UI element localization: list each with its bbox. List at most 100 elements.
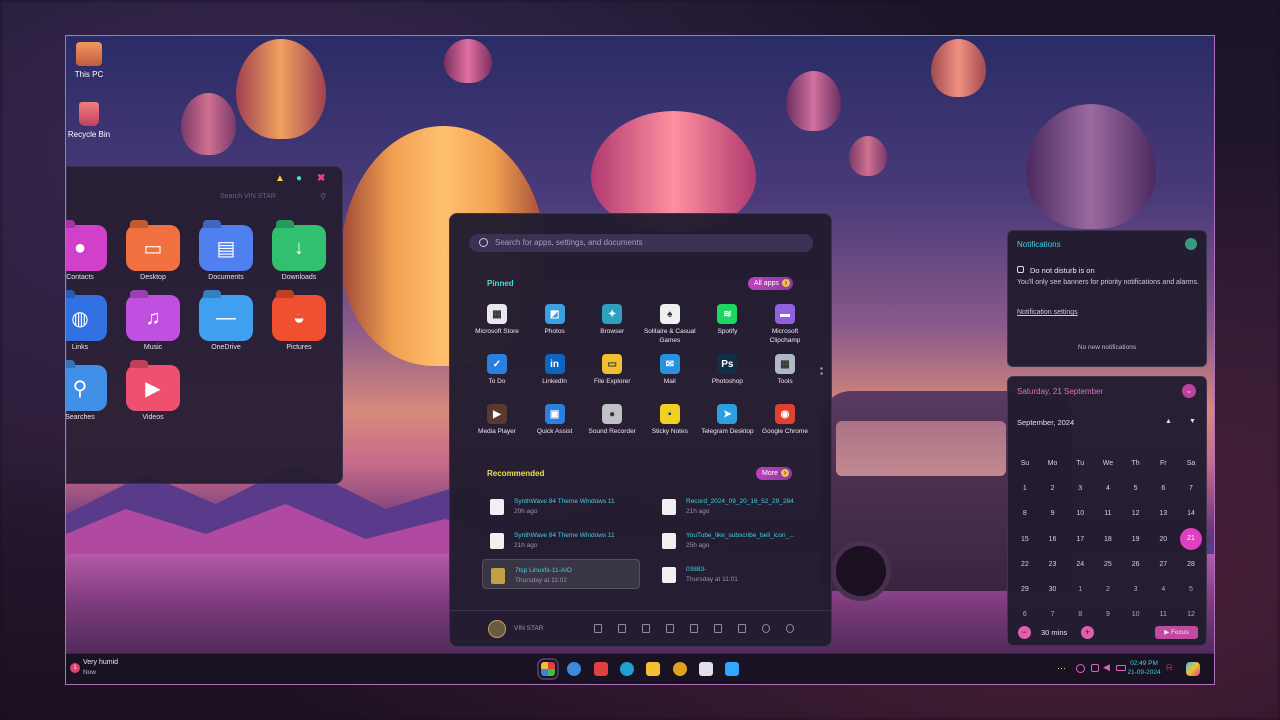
recommended-item[interactable]: 03883- Thursday at 11:01 — [654, 559, 812, 589]
calendar-day[interactable]: 27 — [1149, 561, 1177, 568]
pinned-app[interactable]: ● Sound Recorder — [583, 404, 641, 436]
music-icon[interactable] — [642, 624, 650, 633]
calendar-day[interactable]: 28 — [1177, 561, 1205, 568]
minimize-icon[interactable]: ▲ — [275, 173, 285, 184]
recommended-item[interactable]: SynthWave 84 Theme Windows 11 20h ago — [482, 491, 640, 521]
taskbar-task-view-icon[interactable] — [593, 662, 608, 676]
calendar-day[interactable]: 14 — [1177, 510, 1205, 517]
folder-item[interactable]: ♫ Music — [120, 295, 186, 351]
calendar-day[interactable]: 9 — [1039, 510, 1067, 517]
taskbar-chrome-icon[interactable] — [672, 662, 687, 676]
network-icon[interactable] — [714, 624, 722, 633]
weather-widget[interactable]: 1 Very humid Now — [70, 659, 150, 679]
calendar-day[interactable]: 1 — [1011, 485, 1039, 492]
calendar-day[interactable]: 1 — [1066, 586, 1094, 593]
calendar-day[interactable]: 23 — [1039, 561, 1067, 568]
calendar-day[interactable]: 10 — [1066, 510, 1094, 517]
increase-focus-button[interactable]: + — [1081, 626, 1094, 639]
calendar-day[interactable]: 15 — [1011, 536, 1039, 543]
pinned-app[interactable]: ▶ Media Player — [468, 404, 526, 436]
taskbar-search-icon[interactable] — [567, 662, 582, 676]
start-search-input[interactable]: Search for apps, settings, and documents — [469, 234, 813, 252]
calendar-day[interactable]: 30 — [1039, 586, 1067, 593]
calendar-day[interactable]: 16 — [1039, 536, 1067, 543]
calendar-day[interactable]: 24 — [1066, 561, 1094, 568]
volume-icon[interactable]: ◀ — [1103, 662, 1110, 673]
calendar-day[interactable]: 20 — [1149, 536, 1177, 543]
desktop-icon-recycle-bin[interactable]: Recycle Bin — [66, 102, 119, 139]
calendar-day[interactable]: 18 — [1094, 536, 1122, 543]
collapse-calendar-button[interactable]: ⌄ — [1182, 384, 1196, 398]
calendar-day[interactable]: 4 — [1094, 485, 1122, 492]
calendar-day[interactable]: 6 — [1149, 485, 1177, 492]
pinned-app[interactable]: ▬ Microsoft Clipchamp — [756, 304, 814, 345]
calendar-day[interactable]: 13 — [1149, 510, 1177, 517]
calendar-day[interactable]: 11 — [1149, 611, 1177, 618]
folder-item[interactable]: ◒ Pictures — [266, 295, 332, 351]
desktop-icon-this-pc[interactable]: This PC — [66, 42, 119, 79]
calendar-day[interactable]: 26 — [1122, 561, 1150, 568]
calendar-day[interactable]: 17 — [1066, 536, 1094, 543]
settings-tray-icon[interactable] — [1076, 664, 1085, 673]
all-apps-button[interactable]: All apps — [748, 277, 793, 290]
pinned-app[interactable]: ▭ File Explorer — [583, 354, 641, 386]
calendar-day[interactable]: 25 — [1094, 561, 1122, 568]
folder-item[interactable]: ▤ Documents — [193, 225, 259, 281]
calendar-day[interactable]: 29 — [1011, 586, 1039, 593]
pinned-app[interactable]: Ps Photoshop — [698, 354, 756, 386]
folder-item[interactable]: ● Contacts — [66, 225, 113, 281]
calendar-day[interactable]: 3 — [1122, 586, 1150, 593]
next-month-icon[interactable]: ▼ — [1189, 418, 1196, 425]
videos-icon[interactable] — [690, 624, 698, 633]
previous-month-icon[interactable]: ▲ — [1165, 418, 1172, 425]
calendar-day[interactable]: 7 — [1177, 485, 1205, 492]
calendar-day[interactable]: 22 — [1011, 561, 1039, 568]
copilot-icon[interactable] — [1186, 662, 1200, 676]
dnd-toggle-icon[interactable] — [1185, 238, 1197, 250]
calendar-day[interactable]: 3 — [1066, 485, 1094, 492]
calendar-day[interactable]: 10 — [1122, 611, 1150, 618]
folder-item[interactable]: ⚲ Searches — [66, 365, 113, 421]
decrease-focus-button[interactable]: − — [1018, 626, 1031, 639]
calendar-day[interactable]: 6 — [1011, 611, 1039, 618]
pinned-app[interactable]: ▪ Sticky Notes — [641, 404, 699, 436]
close-icon[interactable]: ✖ — [317, 173, 325, 184]
recommended-item[interactable]: Record_2024_09_20_16_52_29_284 21h ago — [654, 491, 812, 521]
pinned-app[interactable]: ◉ Google Chrome — [756, 404, 814, 436]
calendar-day[interactable]: 12 — [1177, 611, 1205, 618]
page-indicator-dots[interactable] — [820, 366, 823, 376]
explorer-search-input[interactable]: Search VIN STAR ⚲ — [167, 192, 332, 207]
pinned-app[interactable]: ◩ Photos — [526, 304, 584, 336]
taskbar-photoshop-icon[interactable] — [725, 662, 740, 676]
calendar-day[interactable]: 8 — [1066, 611, 1094, 618]
folder-icon[interactable] — [738, 624, 746, 633]
recommended-item[interactable]: 7tsp Linuxfx-11-AIO Thursday at 11:02 — [482, 559, 640, 589]
pinned-app[interactable]: in LinkedIn — [526, 354, 584, 386]
folder-item[interactable]: ◍ Links — [66, 295, 113, 351]
calendar-day[interactable]: 11 — [1094, 510, 1122, 517]
settings-icon[interactable] — [762, 624, 770, 633]
calendar-day[interactable]: 4 — [1149, 586, 1177, 593]
calendar-day[interactable]: 5 — [1122, 485, 1150, 492]
user-name[interactable]: VIN STAR — [514, 625, 544, 632]
downloads-icon[interactable] — [618, 624, 626, 633]
folder-item[interactable]: — OneDrive — [193, 295, 259, 351]
focus-button[interactable]: ▶ Focus — [1155, 626, 1198, 639]
folder-item[interactable]: ↓ Downloads — [266, 225, 332, 281]
calendar-day[interactable]: 7 — [1039, 611, 1067, 618]
recommended-item[interactable]: YouTube_like_subscribe_bell_icon_... 25h … — [654, 525, 812, 555]
taskbar-edge-icon[interactable] — [619, 662, 634, 676]
pinned-app[interactable]: ✦ Browser — [583, 304, 641, 336]
pinned-app[interactable]: ▣ Quick Assist — [526, 404, 584, 436]
pinned-app[interactable]: ♠ Solitaire & Casual Games — [641, 304, 699, 345]
pinned-app[interactable]: ≋ Spotify — [698, 304, 756, 336]
taskbar-store-icon[interactable] — [698, 662, 713, 676]
pinned-app[interactable]: ➤ Telegram Desktop — [698, 404, 756, 436]
documents-icon[interactable] — [594, 624, 602, 633]
calendar-day[interactable]: 9 — [1094, 611, 1122, 618]
user-avatar[interactable] — [488, 620, 506, 638]
calendar-day[interactable]: 5 — [1177, 586, 1205, 593]
pinned-app[interactable]: ▦ Tools — [756, 354, 814, 386]
more-button[interactable]: More — [756, 467, 792, 480]
pictures-icon[interactable] — [666, 624, 674, 633]
